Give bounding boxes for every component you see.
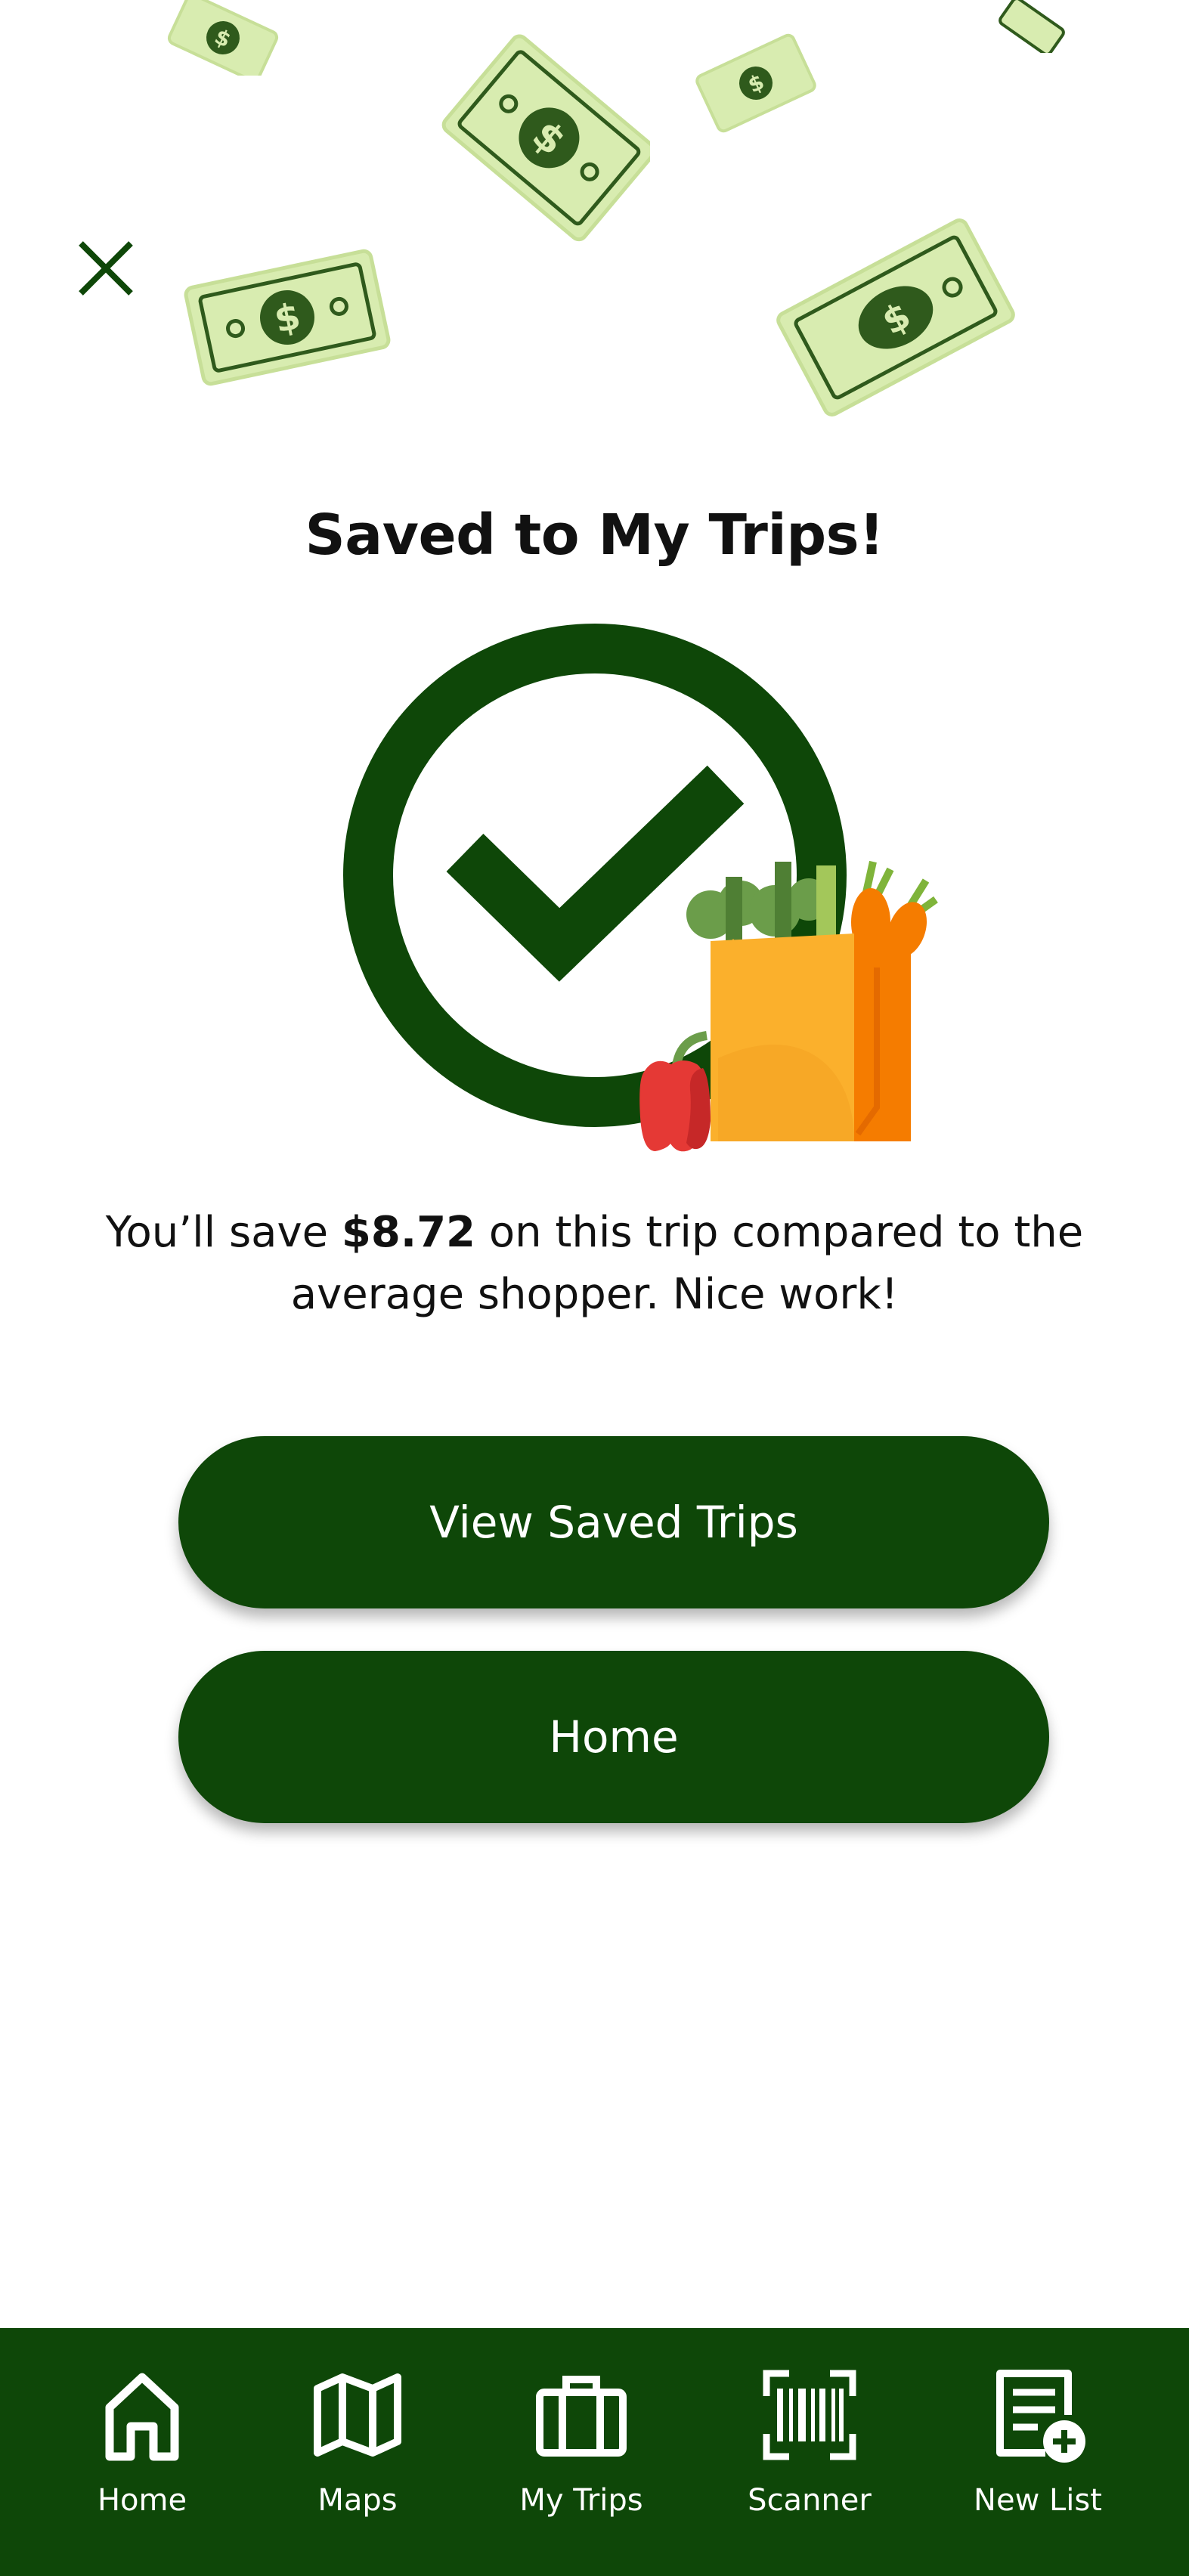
savings-prefix: You’ll save bbox=[105, 1208, 342, 1257]
barcode-icon bbox=[763, 2370, 856, 2460]
money-bill-decoration: $ bbox=[167, 0, 279, 76]
success-illustration bbox=[343, 624, 938, 1152]
nav-item-new-list[interactable]: New List bbox=[924, 2328, 1151, 2576]
money-bill-decoration bbox=[999, 0, 1065, 53]
map-icon bbox=[314, 2373, 401, 2457]
home-button[interactable]: Home bbox=[178, 1651, 1049, 1823]
money-bill-decoration: $ bbox=[776, 218, 1015, 416]
new-list-icon bbox=[996, 2370, 1085, 2463]
money-bill-decoration: $ bbox=[695, 33, 816, 133]
money-bill-decoration: $ bbox=[184, 249, 391, 386]
nav-item-scanner[interactable]: Scanner bbox=[696, 2328, 923, 2576]
nav-label-maps: Maps bbox=[317, 2483, 398, 2518]
home-icon bbox=[105, 2373, 179, 2461]
nav-label-scanner: Scanner bbox=[748, 2483, 872, 2518]
page-title: Saved to My Trips! bbox=[305, 503, 884, 568]
savings-amount: $8.72 bbox=[341, 1208, 476, 1257]
view-saved-trips-button[interactable]: View Saved Trips bbox=[178, 1436, 1049, 1608]
savings-message: You’ll save $8.72 on this trip compared … bbox=[76, 1202, 1113, 1326]
grocery-bag-icon bbox=[639, 860, 938, 1152]
nav-label-my-trips: My Trips bbox=[519, 2483, 643, 2518]
nav-item-home[interactable]: Home bbox=[29, 2328, 255, 2576]
close-icon[interactable] bbox=[72, 234, 140, 302]
briefcase-icon bbox=[536, 2376, 627, 2457]
nav-label-home: Home bbox=[97, 2483, 187, 2518]
nav-label-new-list: New List bbox=[974, 2483, 1102, 2518]
nav-item-maps[interactable]: Maps bbox=[244, 2328, 471, 2576]
money-bill-decoration: $ bbox=[441, 34, 650, 242]
nav-item-my-trips[interactable]: My Trips bbox=[468, 2328, 695, 2576]
bottom-nav: Home Maps My Trips Scanner New List bbox=[0, 2328, 1189, 2576]
